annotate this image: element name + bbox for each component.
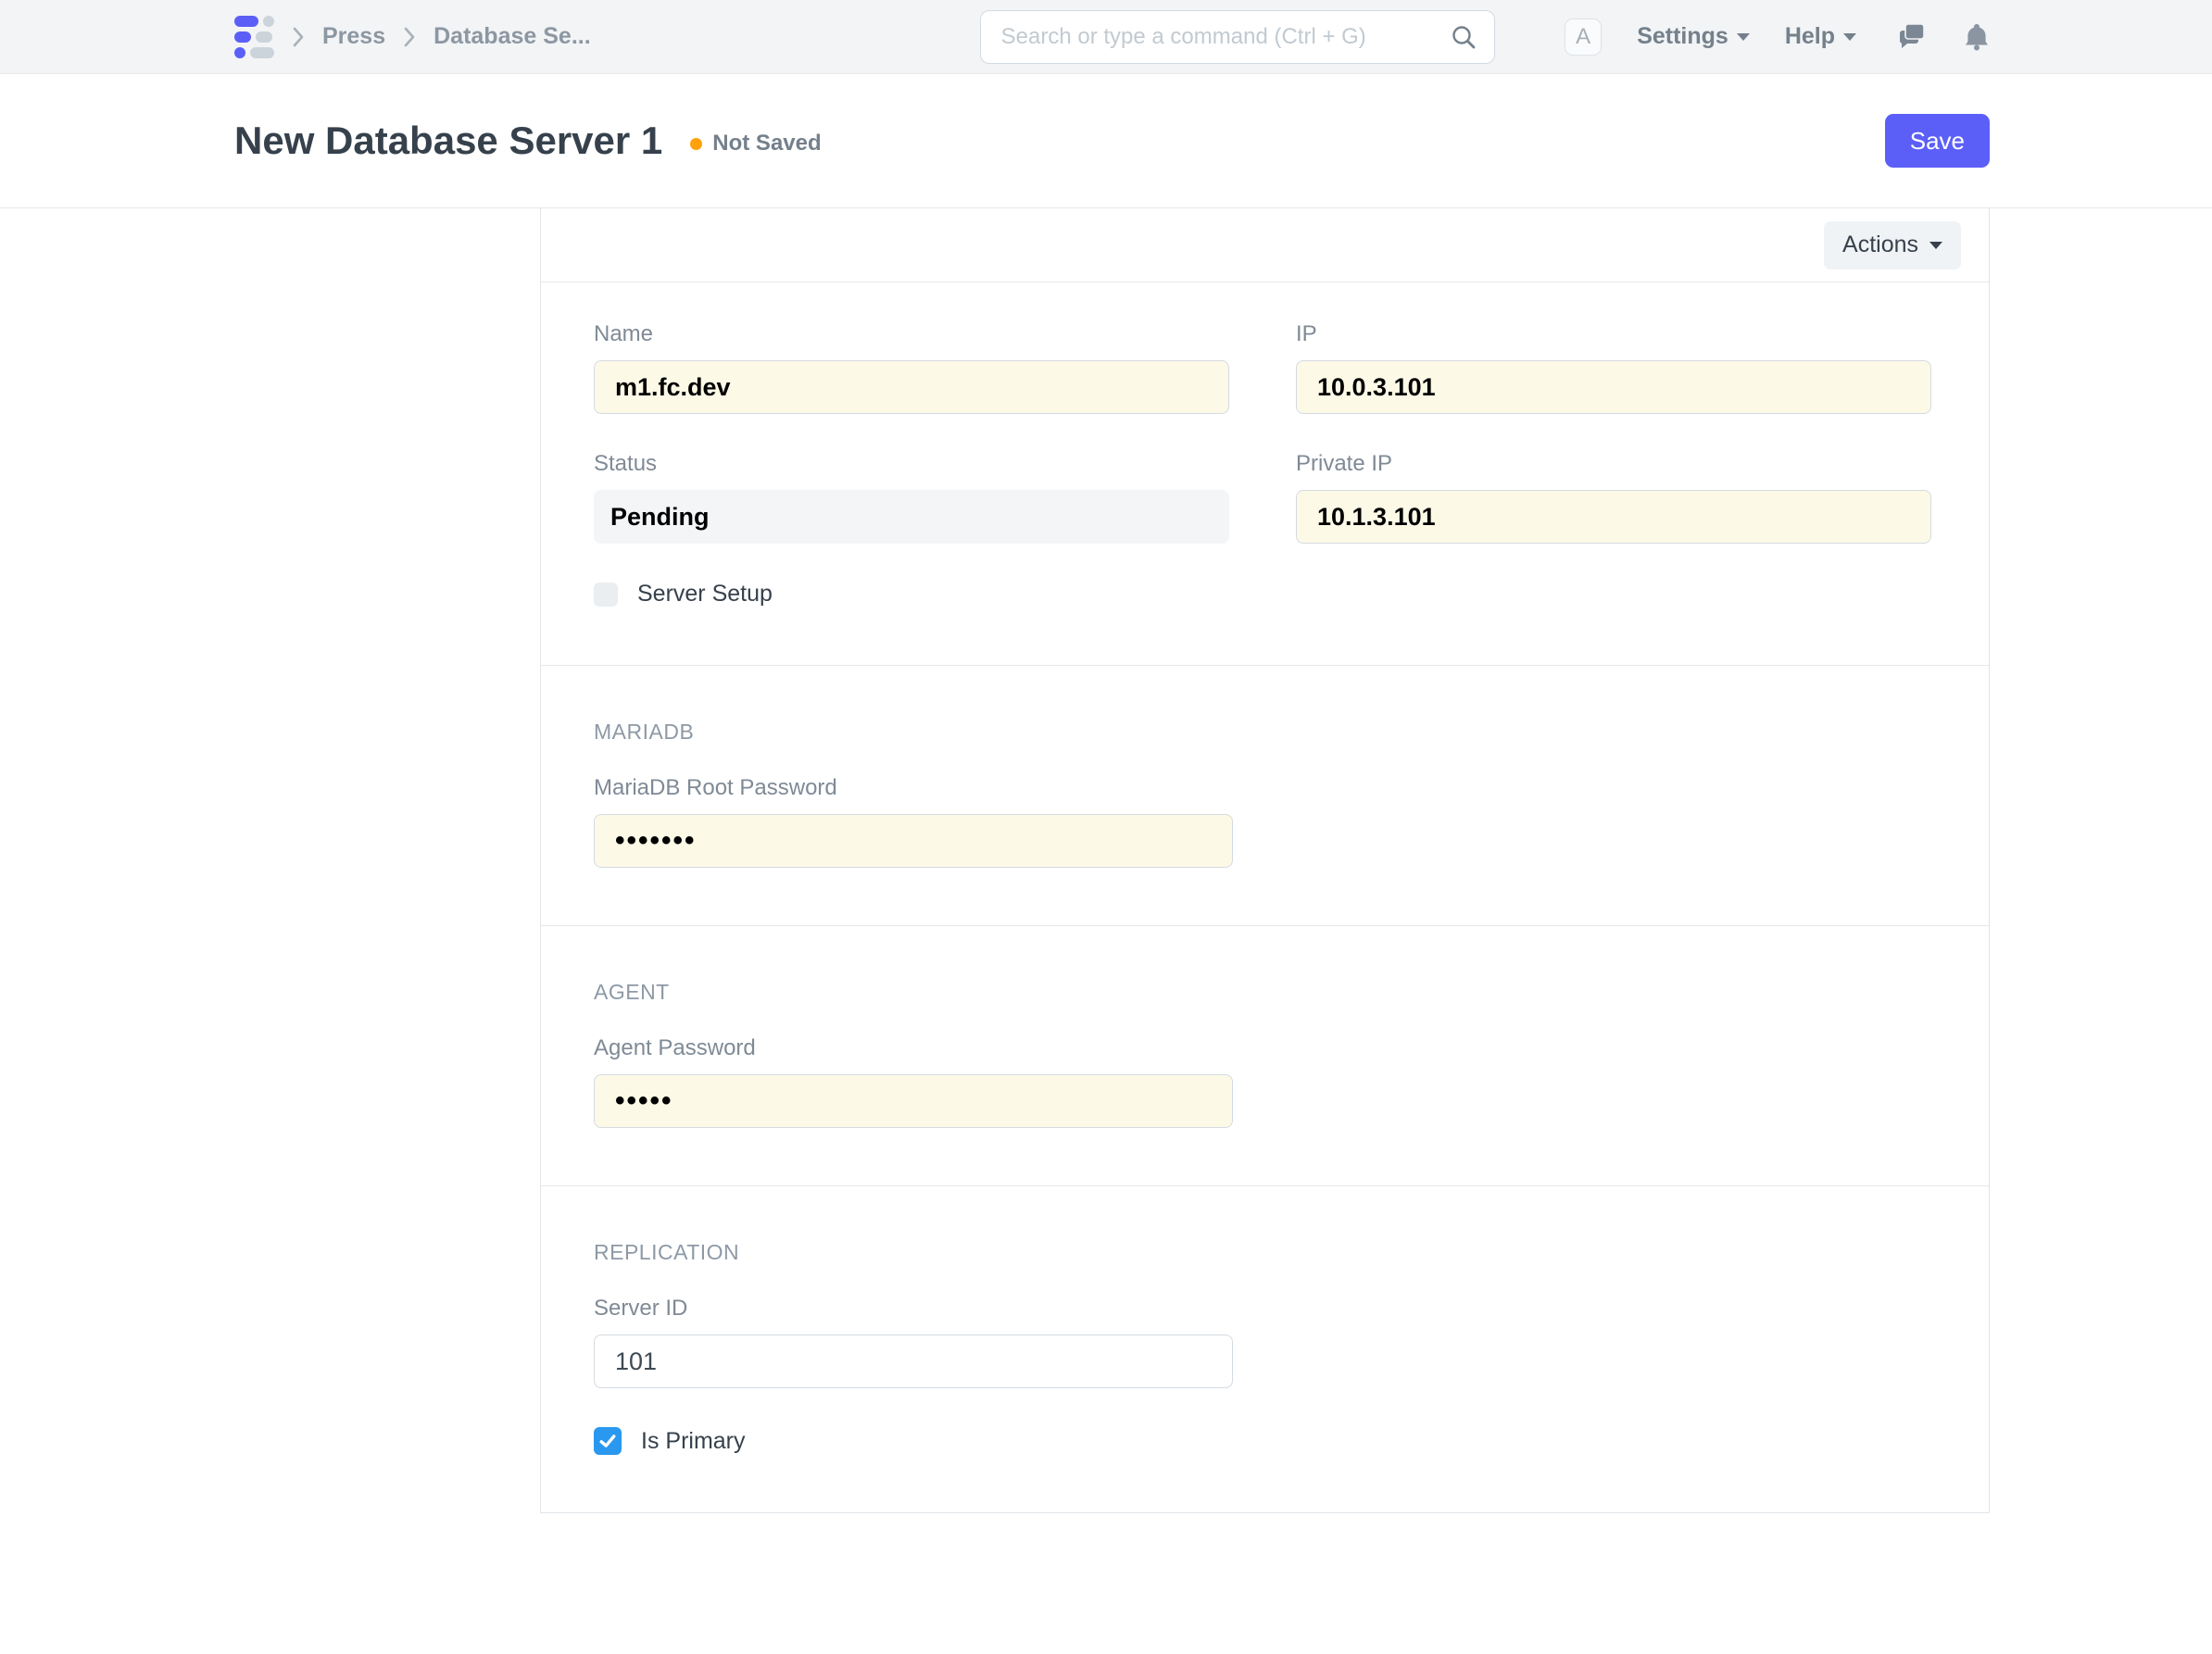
logo-block xyxy=(263,16,274,27)
user-avatar[interactable]: A xyxy=(1565,19,1602,56)
not-saved-label: Not Saved xyxy=(712,131,821,157)
status-value: Pending xyxy=(594,490,1229,544)
settings-menu[interactable]: Settings xyxy=(1637,23,1750,50)
search-icon xyxy=(1450,23,1477,51)
logo-block xyxy=(234,16,258,27)
section-replication: REPLICATION Server ID Is Primary xyxy=(541,1186,1989,1512)
mariadb-section-heading: MARIADB xyxy=(594,720,1931,745)
mariadb-root-password-label: MariaDB Root Password xyxy=(594,775,1233,801)
not-saved-indicator: Not Saved xyxy=(690,131,821,157)
name-input[interactable] xyxy=(594,360,1229,414)
global-search[interactable] xyxy=(980,10,1495,64)
server-setup-label: Server Setup xyxy=(637,581,773,608)
is-primary-label: Is Primary xyxy=(641,1428,746,1455)
private-ip-input[interactable] xyxy=(1296,490,1931,544)
replication-section-heading: REPLICATION xyxy=(594,1240,1931,1265)
chevron-down-icon xyxy=(1843,33,1856,41)
app-logo[interactable] xyxy=(234,16,274,58)
chevron-right-icon xyxy=(291,24,306,50)
section-mariadb: MARIADB MariaDB Root Password xyxy=(541,666,1989,926)
ip-field: IP xyxy=(1296,321,1931,414)
caret-down-icon xyxy=(1929,242,1942,249)
name-field: Name xyxy=(594,321,1229,414)
page-header: New Database Server 1 Not Saved Save xyxy=(0,74,2212,208)
chevron-right-icon xyxy=(402,24,417,50)
logo-block xyxy=(256,31,272,43)
navbar: Press Database Se... A Settings Help xyxy=(0,0,2212,74)
actions-button-label: Actions xyxy=(1842,232,1918,258)
status-field-label: Status xyxy=(594,451,1229,477)
unsaved-dot-icon xyxy=(690,138,702,150)
page-body: Actions Name IP Status Pending xyxy=(222,208,1990,1513)
search-input[interactable] xyxy=(1001,24,1450,50)
chevron-down-icon xyxy=(1737,33,1750,41)
name-field-label: Name xyxy=(594,321,1229,347)
mariadb-root-password-field: MariaDB Root Password xyxy=(594,775,1233,868)
mariadb-root-password-input[interactable] xyxy=(594,814,1233,868)
agent-password-input[interactable] xyxy=(594,1074,1233,1128)
settings-menu-label: Settings xyxy=(1637,23,1728,50)
notification-bell-icon[interactable] xyxy=(1964,22,1990,52)
section-agent: AGENT Agent Password xyxy=(541,926,1989,1186)
server-id-label: Server ID xyxy=(594,1296,1233,1322)
server-setup-checkbox-row[interactable]: Server Setup xyxy=(594,581,1931,608)
logo-block xyxy=(250,47,274,58)
section-details: Name IP Status Pending Private IP xyxy=(541,282,1989,666)
agent-password-label: Agent Password xyxy=(594,1035,1233,1061)
private-ip-field: Private IP xyxy=(1296,451,1931,544)
chat-icon[interactable] xyxy=(1893,21,1927,53)
server-setup-checkbox[interactable] xyxy=(594,583,618,607)
actions-button[interactable]: Actions xyxy=(1824,221,1961,269)
navbar-right: A Settings Help xyxy=(1565,19,1990,56)
ip-field-label: IP xyxy=(1296,321,1931,347)
agent-section-heading: AGENT xyxy=(594,980,1931,1005)
agent-password-field: Agent Password xyxy=(594,1035,1233,1128)
page-title: New Database Server 1 xyxy=(234,119,662,163)
help-menu-label: Help xyxy=(1785,23,1835,50)
server-id-field: Server ID xyxy=(594,1296,1233,1388)
checkmark-icon xyxy=(597,1431,618,1451)
is-primary-checkbox-row[interactable]: Is Primary xyxy=(594,1427,1931,1455)
help-menu[interactable]: Help xyxy=(1785,23,1856,50)
save-button[interactable]: Save xyxy=(1885,114,1990,168)
breadcrumb-database-server[interactable]: Database Se... xyxy=(434,23,591,50)
form-container: Actions Name IP Status Pending xyxy=(540,208,1990,1513)
server-id-input[interactable] xyxy=(594,1334,1233,1388)
private-ip-field-label: Private IP xyxy=(1296,451,1931,477)
ip-input[interactable] xyxy=(1296,360,1931,414)
status-field: Status Pending xyxy=(594,451,1229,544)
logo-block xyxy=(234,31,251,43)
breadcrumb-press[interactable]: Press xyxy=(322,23,385,50)
logo-block xyxy=(234,47,245,58)
is-primary-checkbox[interactable] xyxy=(594,1427,622,1455)
form-toolbar: Actions xyxy=(541,208,1989,282)
